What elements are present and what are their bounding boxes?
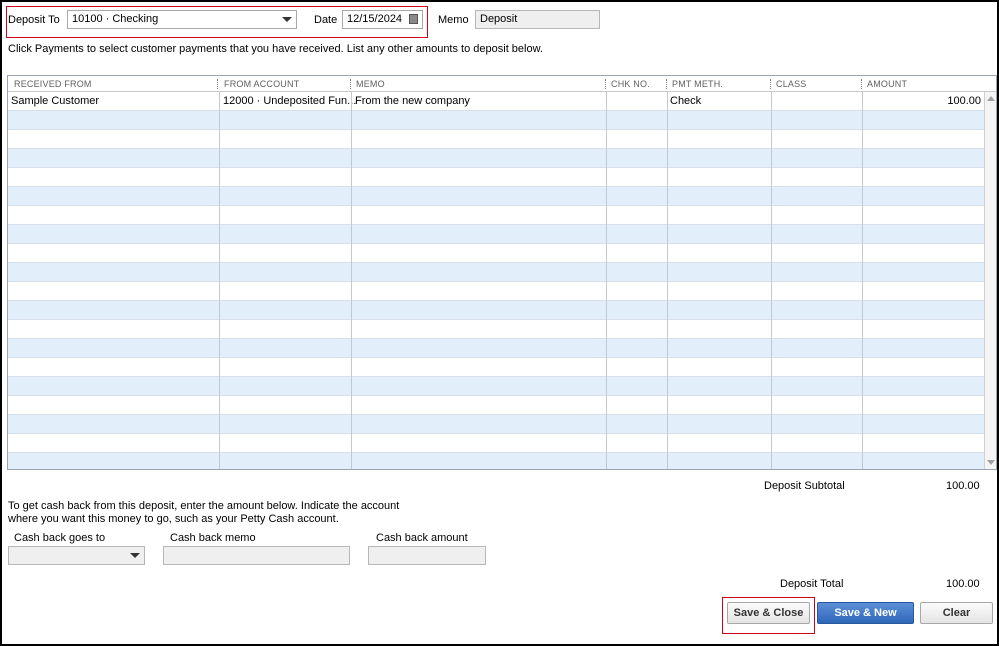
col-amount[interactable]: AMOUNT — [867, 79, 907, 89]
cash-back-instructions-2: where you want this money to go, such as… — [8, 513, 339, 525]
column-divider[interactable] — [217, 79, 218, 89]
save-close-button[interactable]: Save & Close — [727, 602, 810, 624]
column-line — [771, 92, 772, 469]
table-row[interactable] — [8, 111, 985, 130]
column-divider[interactable] — [861, 79, 862, 89]
column-divider[interactable] — [770, 79, 771, 89]
table-row[interactable] — [8, 263, 985, 282]
col-received-from[interactable]: RECEIVED FROM — [14, 79, 92, 89]
calendar-icon[interactable] — [409, 14, 418, 24]
date-label: Date — [314, 14, 338, 26]
table-row[interactable] — [8, 377, 985, 396]
col-chk-no[interactable]: CHK NO. — [611, 79, 650, 89]
col-memo[interactable]: MEMO — [356, 79, 385, 89]
vertical-scrollbar[interactable] — [984, 92, 996, 469]
make-deposits-window: Deposit To 10100 · Checking Date 12/15/2… — [0, 0, 999, 646]
cash-back-memo-field[interactable] — [163, 546, 350, 565]
table-row[interactable] — [8, 396, 985, 415]
chevron-down-icon — [130, 553, 140, 558]
table-row[interactable] — [8, 225, 985, 244]
col-pmt-meth[interactable]: PMT METH. — [672, 79, 723, 89]
column-line — [667, 92, 668, 469]
memo-value: Deposit — [480, 13, 518, 25]
cash-back-account-select[interactable] — [8, 546, 145, 565]
deposit-total-label: Deposit Total — [780, 578, 844, 590]
table-row[interactable] — [8, 282, 985, 301]
table-row[interactable] — [8, 301, 985, 320]
scroll-down-icon[interactable] — [987, 460, 995, 465]
table-row[interactable] — [8, 130, 985, 149]
grid-header: RECEIVED FROM FROM ACCOUNT MEMO CHK NO. … — [8, 76, 996, 92]
deposit-grid: RECEIVED FROM FROM ACCOUNT MEMO CHK NO. … — [7, 75, 997, 470]
deposit-to-label: Deposit To — [8, 14, 60, 26]
cash-back-amount-label: Cash back amount — [376, 532, 468, 544]
save-new-button[interactable]: Save & New — [817, 602, 914, 624]
table-row[interactable] — [8, 415, 985, 434]
table-row[interactable] — [8, 453, 985, 469]
cash-back-amount-field[interactable] — [368, 546, 486, 565]
table-row[interactable] — [8, 339, 985, 358]
column-divider[interactable] — [666, 79, 667, 89]
memo-field[interactable]: Deposit — [475, 10, 600, 29]
table-row[interactable] — [8, 320, 985, 339]
deposit-to-select[interactable]: 10100 · Checking — [67, 10, 297, 29]
memo-label: Memo — [438, 14, 469, 26]
cash-back-instructions-1: To get cash back from this deposit, ente… — [8, 500, 400, 512]
column-line — [606, 92, 607, 469]
cash-back-goes-to-label: Cash back goes to — [14, 532, 106, 544]
col-from-account[interactable]: FROM ACCOUNT — [224, 79, 299, 89]
deposit-subtotal-label: Deposit Subtotal — [764, 480, 845, 492]
table-row[interactable]: Sample Customer 12000 · Undeposited Fun.… — [8, 92, 985, 111]
cell-from-account[interactable]: 12000 · Undeposited Fun... — [223, 95, 356, 107]
col-class[interactable]: CLASS — [776, 79, 807, 89]
column-line — [219, 92, 220, 469]
column-divider[interactable] — [605, 79, 606, 89]
column-line — [351, 92, 352, 469]
instructions-text: Click Payments to select customer paymen… — [8, 43, 543, 55]
date-value: 12/15/2024 — [347, 13, 403, 25]
table-row[interactable] — [8, 434, 985, 453]
cell-pmt-meth[interactable]: Check — [670, 95, 701, 107]
cash-back-memo-label: Cash back memo — [170, 532, 256, 544]
chevron-down-icon — [282, 17, 292, 22]
table-row[interactable] — [8, 187, 985, 206]
date-field[interactable]: 12/15/2024 — [342, 10, 423, 29]
table-row[interactable] — [8, 206, 985, 225]
table-row[interactable] — [8, 168, 985, 187]
scroll-up-icon[interactable] — [987, 96, 995, 101]
cell-received-from[interactable]: Sample Customer — [11, 95, 99, 107]
cell-memo[interactable]: From the new company — [355, 95, 470, 107]
deposit-to-value: 10100 · Checking — [72, 13, 159, 25]
column-line — [862, 92, 863, 469]
table-row[interactable] — [8, 244, 985, 263]
table-row[interactable] — [8, 358, 985, 377]
clear-button[interactable]: Clear — [920, 602, 993, 624]
deposit-subtotal-value: 100.00 — [946, 480, 980, 492]
deposit-total-value: 100.00 — [946, 578, 980, 590]
column-divider[interactable] — [350, 79, 351, 89]
cell-amount[interactable]: 100.00 — [947, 95, 981, 107]
table-row[interactable] — [8, 149, 985, 168]
